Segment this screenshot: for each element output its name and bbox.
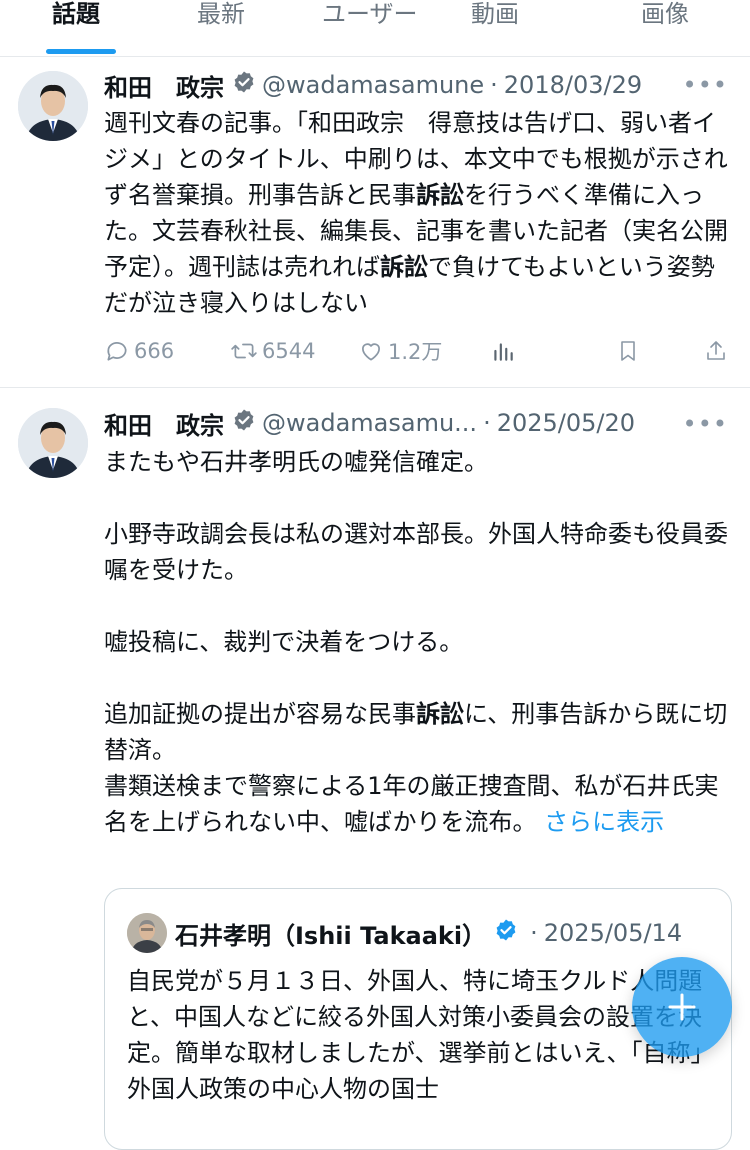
tweet-header: 和田 政宗 @wadamasamu... · 2025/05/20	[104, 406, 635, 440]
tweet[interactable]: 和田 政宗 @wadamasamune · 2018/03/29 ••• 週刊文…	[0, 57, 750, 388]
author-handle[interactable]: @wadamasamu...	[262, 409, 477, 437]
avatar[interactable]	[18, 71, 88, 141]
author-name[interactable]: 和田 政宗	[104, 406, 224, 441]
retweet-count: 6544	[262, 339, 316, 363]
show-more-link[interactable]: さらに表示	[544, 808, 664, 836]
reply-icon	[107, 342, 127, 361]
share-button[interactable]	[704, 335, 732, 367]
verified-badge-icon	[494, 918, 518, 948]
plus-icon	[668, 993, 696, 1021]
verified-badge-icon	[232, 408, 256, 438]
bookmark-icon	[621, 341, 635, 361]
quoted-date[interactable]: 2025/05/14	[544, 919, 682, 947]
keyword-highlight: 訴訟	[416, 700, 464, 728]
heart-icon	[362, 343, 380, 361]
quoted-avatar[interactable]	[127, 913, 167, 953]
avatar[interactable]	[18, 408, 88, 478]
like-count: 1.2万	[388, 340, 443, 364]
separator-dot: ·	[490, 71, 498, 99]
author-name[interactable]: 和田 政宗	[104, 68, 224, 103]
bar-chart-icon	[494, 343, 513, 361]
author-handle[interactable]: @wadamasamune	[262, 71, 484, 99]
tweet-actions: 666 6544 1.2万	[104, 335, 734, 367]
tweet-date[interactable]: 2018/03/29	[504, 71, 642, 99]
tweet-date[interactable]: 2025/05/20	[497, 409, 635, 437]
retweet-button[interactable]: 6544	[230, 335, 315, 367]
active-tab-indicator	[46, 49, 116, 54]
bookmark-button[interactable]	[616, 335, 644, 367]
keyword-highlight: 訴訟	[416, 181, 464, 209]
separator-dot: ·	[530, 919, 538, 947]
reply-count: 666	[134, 339, 175, 363]
tweet-text: またもや石井孝明氏の嘘発信確定。 小野寺政調会長は私の選対本部長。外国人特命委も…	[104, 448, 728, 836]
search-tabs: 話題 最新 ユーザー 動画 画像	[0, 0, 750, 57]
quoted-author-name[interactable]: 石井孝明（Ishii Takaaki）	[175, 916, 486, 951]
like-button[interactable]: 1.2万	[358, 335, 442, 367]
keyword-highlight: 訴訟	[380, 253, 428, 281]
quoted-text: 自民党が５月１３日、外国人、特に埼玉クルド人問題と、中国人などに絞る外国人対策小…	[127, 967, 703, 1103]
quoted-header: 石井孝明（Ishii Takaaki） · 2025/05/14	[175, 915, 682, 951]
verified-badge-icon	[232, 70, 256, 100]
separator-dot: ·	[483, 409, 491, 437]
more-options-icon[interactable]: •••	[683, 71, 728, 99]
compose-button[interactable]	[632, 957, 732, 1057]
tweet-header: 和田 政宗 @wadamasamune · 2018/03/29	[104, 68, 642, 102]
more-options-icon[interactable]: •••	[683, 410, 728, 438]
retweet-icon	[231, 343, 257, 359]
share-icon	[707, 341, 725, 360]
reply-button[interactable]: 666	[104, 335, 174, 367]
views-button[interactable]	[490, 335, 520, 367]
tweet-text: 週刊文春の記事。「和田政宗 得意技は告げ口、弱い者イジメ」とのタイトル、中刷りは…	[104, 109, 728, 317]
